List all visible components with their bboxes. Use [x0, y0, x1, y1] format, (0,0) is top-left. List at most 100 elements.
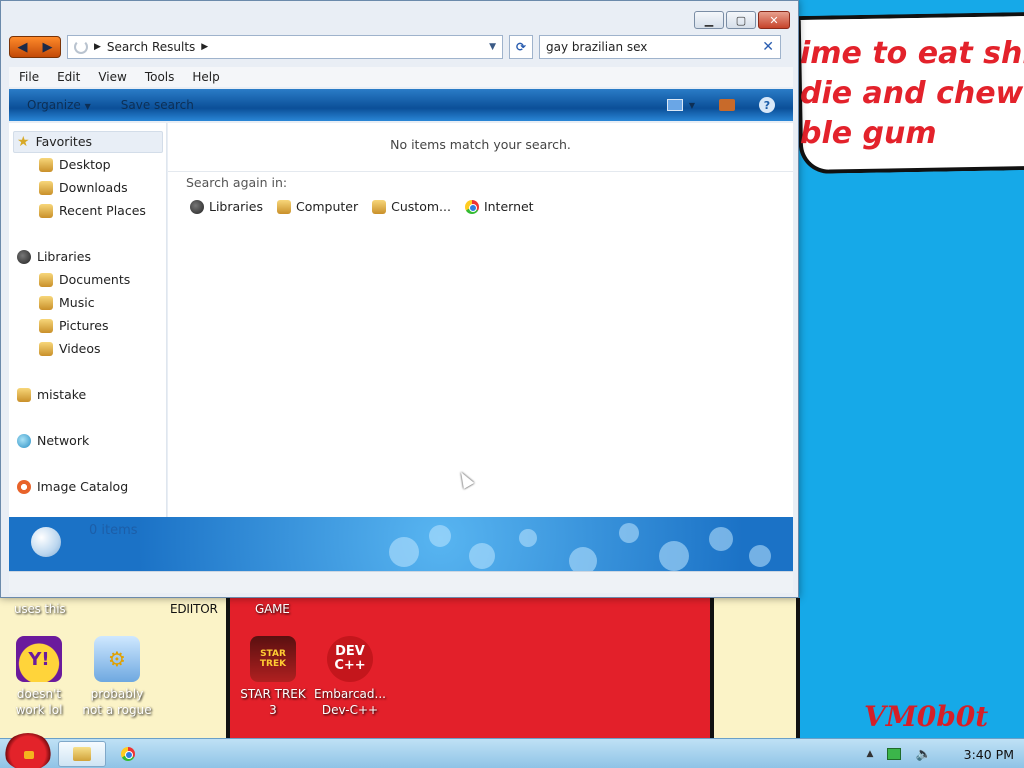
minimize-button[interactable]: ▁ — [694, 11, 724, 29]
explorer-window: ▁ ▢ ✕ ◀ ▶ ▶ Search Results ▶ ▼ ⟳ gay bra… — [0, 0, 799, 598]
desktop-icon — [39, 157, 53, 172]
nav-mistake[interactable]: mistake — [17, 387, 86, 402]
nav-desktop[interactable]: Desktop — [39, 157, 111, 172]
videos-icon — [39, 341, 53, 356]
clear-search-icon[interactable]: ✕ — [762, 39, 774, 55]
pictures-icon — [39, 318, 53, 333]
menu-tools[interactable]: Tools — [145, 70, 175, 84]
angry-bird-icon — [24, 751, 34, 759]
desktop-icon-label: probably — [90, 687, 144, 701]
preview-pane-icon[interactable] — [719, 99, 735, 111]
desktop-icon-control-panel[interactable]: ⚙ probably not a rogue — [74, 636, 160, 718]
network-status-icon[interactable] — [887, 748, 902, 760]
libraries-icon — [17, 249, 31, 264]
taskbar-explorer-button[interactable] — [58, 741, 106, 767]
organize-button[interactable]: Organize ▼ — [27, 98, 91, 112]
breadcrumb-chevron-icon[interactable]: ▶ — [94, 42, 101, 52]
back-forward-buttons[interactable]: ◀ ▶ — [9, 36, 61, 58]
refresh-icon: ⟳ — [515, 40, 527, 54]
menu-help[interactable]: Help — [192, 70, 219, 84]
start-button[interactable] — [4, 733, 52, 768]
show-hidden-icons-icon[interactable]: ▲ — [867, 749, 874, 759]
dev-cpp-icon: DEV C++ — [327, 636, 373, 682]
search-again-locations: Libraries Computer Custom... Internet — [190, 199, 534, 214]
address-bar[interactable]: ▶ Search Results ▶ ▼ — [67, 35, 503, 59]
nav-label: Favorites — [35, 134, 93, 149]
chrome-icon — [464, 199, 479, 214]
maximize-button[interactable]: ▢ — [726, 11, 756, 29]
menu-file[interactable]: File — [19, 70, 39, 84]
desktop-icon-label: not a rogue — [82, 703, 152, 717]
nav-music[interactable]: Music — [39, 295, 95, 310]
search-again-computer[interactable]: Computer — [277, 199, 358, 214]
nav-label: Libraries — [37, 249, 91, 264]
documents-icon — [39, 272, 53, 287]
desktop-label-editor: EDIITOR — [170, 602, 218, 616]
close-icon: ✕ — [769, 13, 779, 27]
location-label: Custom... — [391, 199, 451, 214]
flash-icon — [17, 479, 31, 494]
window-controls: ▁ ▢ ✕ — [694, 11, 790, 29]
no-items-message: No items match your search. — [390, 137, 571, 152]
signature-text: VM0b0t — [864, 700, 989, 733]
maximize-icon: ▢ — [735, 13, 747, 27]
music-icon — [39, 295, 53, 310]
chevron-down-icon: ▼ — [84, 102, 91, 111]
volume-icon[interactable]: 🔈 — [915, 747, 931, 762]
desktop-icon-label: STAR TREK — [240, 687, 306, 701]
user-folder-icon — [17, 387, 31, 402]
decor-bubble — [469, 543, 495, 569]
nav-documents[interactable]: Documents — [39, 272, 130, 287]
nav-network[interactable]: Network — [17, 433, 89, 448]
breadcrumb-search-results[interactable]: Search Results — [107, 40, 195, 54]
search-again-libraries[interactable]: Libraries — [190, 199, 263, 214]
folder-icon — [73, 747, 91, 761]
nav-downloads[interactable]: Downloads — [39, 180, 128, 195]
nav-image-catalog[interactable]: Image Catalog — [17, 479, 128, 494]
clock[interactable]: 3:40 PM — [964, 747, 1014, 762]
cream-panel-right — [712, 598, 798, 740]
nav-label: Pictures — [59, 318, 109, 333]
search-again-custom[interactable]: Custom... — [372, 199, 451, 214]
location-label: Internet — [483, 199, 534, 214]
speech-line-1: ime to eat shit — [800, 36, 1024, 71]
desktop-icon-dev-cpp[interactable]: DEV C++ Embarcad... Dev-C++ — [307, 636, 393, 718]
nav-label: Music — [59, 295, 95, 310]
nav-recent-places[interactable]: Recent Places — [39, 203, 146, 218]
search-again-internet[interactable]: Internet — [464, 199, 534, 214]
item-count: 0 items — [89, 523, 138, 538]
organize-label: Organize — [27, 98, 81, 112]
decor-bubble — [659, 541, 689, 571]
desktop-icon-label: Embarcad... — [314, 687, 386, 701]
save-search-button[interactable]: Save search — [121, 98, 194, 112]
forward-arrow-icon[interactable]: ▶ — [43, 40, 53, 55]
change-view-button[interactable]: ▼ — [666, 99, 695, 111]
desktop-icon-yahoo-messenger[interactable]: Y! doesn't work lol — [0, 636, 82, 718]
search-input[interactable]: gay brazilian sex ✕ — [539, 35, 781, 59]
search-orb-icon — [31, 527, 61, 557]
nav-pictures[interactable]: Pictures — [39, 318, 109, 333]
taskbar-chrome-button[interactable] — [104, 741, 152, 767]
nav-favorites[interactable]: ★ Favorites — [17, 134, 92, 149]
computer-icon — [277, 199, 291, 214]
menu-edit[interactable]: Edit — [57, 70, 80, 84]
location-label: Computer — [296, 199, 359, 214]
refresh-button[interactable]: ⟳ — [509, 35, 533, 59]
help-icon[interactable]: ? — [759, 97, 775, 113]
nav-videos[interactable]: Videos — [39, 341, 101, 356]
nav-label: Desktop — [59, 157, 111, 172]
decor-bubble — [619, 523, 639, 543]
view-icon — [666, 99, 683, 111]
search-query-text[interactable]: gay brazilian sex — [546, 40, 647, 54]
address-dropdown-icon[interactable]: ▼ — [489, 42, 496, 52]
back-arrow-icon[interactable]: ◀ — [18, 40, 28, 55]
desktop-icon-label: Dev-C++ — [321, 703, 379, 717]
breadcrumb-chevron-icon[interactable]: ▶ — [201, 42, 208, 52]
decor-bubble — [709, 527, 733, 551]
nav-label: mistake — [37, 387, 87, 402]
menu-view[interactable]: View — [98, 70, 126, 84]
nav-libraries[interactable]: Libraries — [17, 249, 91, 264]
desktop-icon-star-trek[interactable]: STAR TREK STAR TREK 3 — [230, 636, 316, 718]
command-bar: Organize ▼ Save search ▼ ? — [9, 89, 793, 121]
close-button[interactable]: ✕ — [758, 11, 790, 29]
